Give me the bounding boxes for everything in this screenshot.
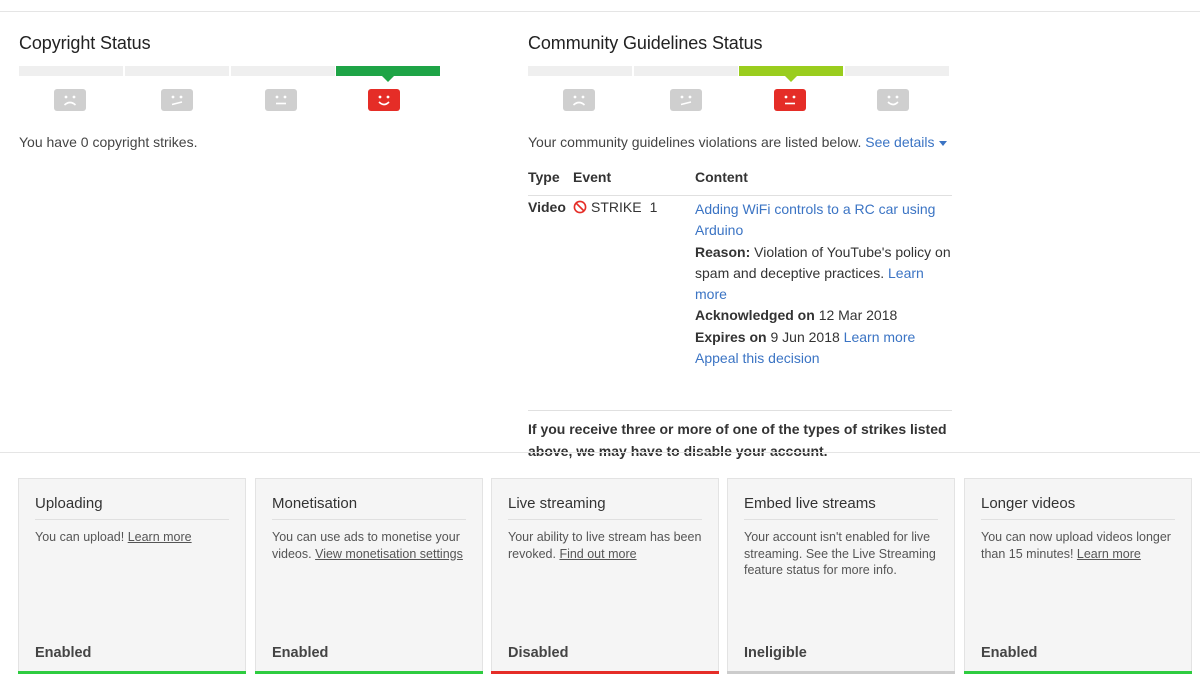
sad-face-icon: [670, 89, 702, 111]
card-status-bar: [491, 671, 719, 674]
copyright-meter-seg-2: [125, 66, 229, 76]
neutral-face-icon: [265, 89, 297, 111]
community-intro: Your community guidelines violations are…: [528, 134, 947, 150]
card-learn-more-link[interactable]: Learn more: [1077, 547, 1141, 561]
copyright-strikes-message: You have 0 copyright strikes.: [19, 134, 198, 150]
community-meter-pointer: [785, 76, 797, 82]
community-meter-seg-2: [634, 66, 738, 76]
card-title: Longer videos: [981, 495, 1076, 512]
expires-date: 9 Jun 2018: [770, 328, 840, 345]
feature-card-uploading: Uploading You can upload! Learn more Ena…: [18, 478, 246, 674]
copyright-meter-seg-3: [231, 66, 335, 76]
copyright-meter-seg-1: [19, 66, 123, 76]
community-guidelines-section: Community Guidelines Status Your communi…: [528, 33, 958, 459]
copyright-meter-pointer: [382, 76, 394, 82]
card-description: You can upload! Learn more: [35, 529, 231, 546]
card-status: Ineligible: [744, 645, 807, 661]
card-divider: [981, 519, 1175, 520]
table-bottom-divider: [528, 410, 952, 411]
see-details-label: See details: [865, 134, 935, 150]
row-content: Adding WiFi controls to a RC car using A…: [695, 199, 952, 369]
appeal-decision-link[interactable]: Appeal this decision: [695, 350, 820, 366]
community-meter-seg-3-active: [739, 66, 843, 82]
card-divider: [35, 519, 229, 520]
copyright-meter: [19, 66, 440, 82]
card-status-bar: [727, 671, 955, 674]
card-status-bar: [255, 671, 483, 674]
column-header-event: Event: [573, 169, 612, 185]
very-sad-face-icon: [54, 89, 86, 111]
card-description: Your ability to live stream has been rev…: [508, 529, 704, 562]
card-divider: [744, 519, 938, 520]
section-divider: [0, 452, 1200, 453]
acknowledged-label: Acknowledged on: [695, 307, 815, 324]
card-status: Enabled: [981, 645, 1038, 661]
caret-down-icon: [938, 140, 947, 146]
prohibited-icon: [573, 200, 587, 214]
card-description: You can now upload videos longer than 15…: [981, 529, 1177, 562]
feature-card-longer-videos: Longer videos You can now upload videos …: [964, 478, 1192, 674]
card-description: You can use ads to monetise your videos.…: [272, 529, 468, 562]
acknowledged-date: 12 Mar 2018: [818, 307, 898, 324]
row-event: STRIKE 1: [573, 199, 657, 215]
top-divider: [0, 11, 1200, 12]
copyright-meter-seg-4-active: [336, 66, 440, 82]
card-title: Live streaming: [508, 495, 606, 512]
card-description: Your account isn't enabled for live stre…: [744, 529, 940, 579]
feature-card-monetisation: Monetisation You can use ads to monetise…: [255, 478, 483, 674]
card-monetisation-settings-link[interactable]: View monetisation settings: [315, 547, 463, 561]
reason-label: Reason:: [695, 243, 751, 260]
video-title-link[interactable]: Adding WiFi controls to a RC car using A…: [695, 201, 935, 238]
card-status-bar: [18, 671, 246, 674]
community-guidelines-title: Community Guidelines Status: [528, 33, 763, 53]
community-meter-seg-4: [845, 66, 949, 76]
copyright-status-section: Copyright Status You have 0 copyright st…: [19, 33, 449, 150]
table-header-divider: [528, 195, 952, 196]
card-learn-more-link[interactable]: Learn more: [128, 530, 192, 544]
card-divider: [508, 519, 702, 520]
expires-learn-more-link[interactable]: Learn more: [844, 329, 916, 345]
feature-card-embed-live-streams: Embed live streams Your account isn't en…: [727, 478, 955, 674]
column-header-type: Type: [528, 169, 560, 185]
card-description-text: Your account isn't enabled for live stre…: [744, 530, 936, 577]
card-find-out-more-link[interactable]: Find out more: [559, 547, 636, 561]
column-header-content: Content: [695, 169, 748, 185]
feature-card-live-streaming: Live streaming Your ability to live stre…: [491, 478, 719, 674]
card-status: Disabled: [508, 645, 569, 661]
row-type: Video: [528, 199, 566, 215]
card-status: Enabled: [35, 645, 92, 661]
neutral-face-icon: [774, 89, 806, 111]
card-title: Uploading: [35, 495, 103, 512]
happy-face-icon: [877, 89, 909, 111]
strike-count: 1: [649, 199, 658, 215]
strikes-warning: If you receive three or more of one of t…: [528, 421, 947, 459]
strike-label: STRIKE: [591, 199, 642, 215]
card-description-text: You can upload!: [35, 530, 125, 544]
see-details-link[interactable]: See details: [865, 134, 947, 150]
card-divider: [272, 519, 466, 520]
sad-face-icon: [161, 89, 193, 111]
community-meter: [528, 66, 949, 82]
community-meter-seg-1: [528, 66, 632, 76]
card-title: Embed live streams: [744, 495, 876, 512]
very-sad-face-icon: [563, 89, 595, 111]
happy-face-icon: [368, 89, 400, 111]
card-status: Enabled: [272, 645, 329, 661]
expires-label: Expires on: [695, 328, 767, 345]
community-intro-text: Your community guidelines violations are…: [528, 134, 862, 150]
card-title: Monetisation: [272, 495, 358, 512]
copyright-status-title: Copyright Status: [19, 33, 151, 53]
card-status-bar: [964, 671, 1192, 674]
